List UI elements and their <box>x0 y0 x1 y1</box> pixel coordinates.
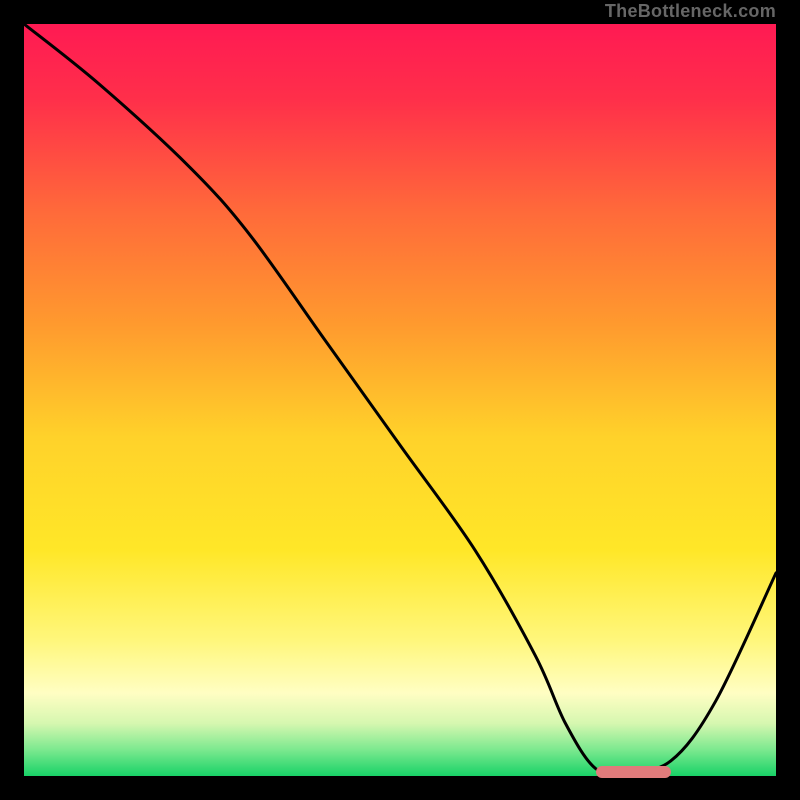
watermark: TheBottleneck.com <box>605 2 776 20</box>
plot-area <box>24 24 776 776</box>
optimum-marker <box>596 766 671 778</box>
gradient-background <box>24 24 776 776</box>
chart-frame: TheBottleneck.com <box>0 0 800 800</box>
